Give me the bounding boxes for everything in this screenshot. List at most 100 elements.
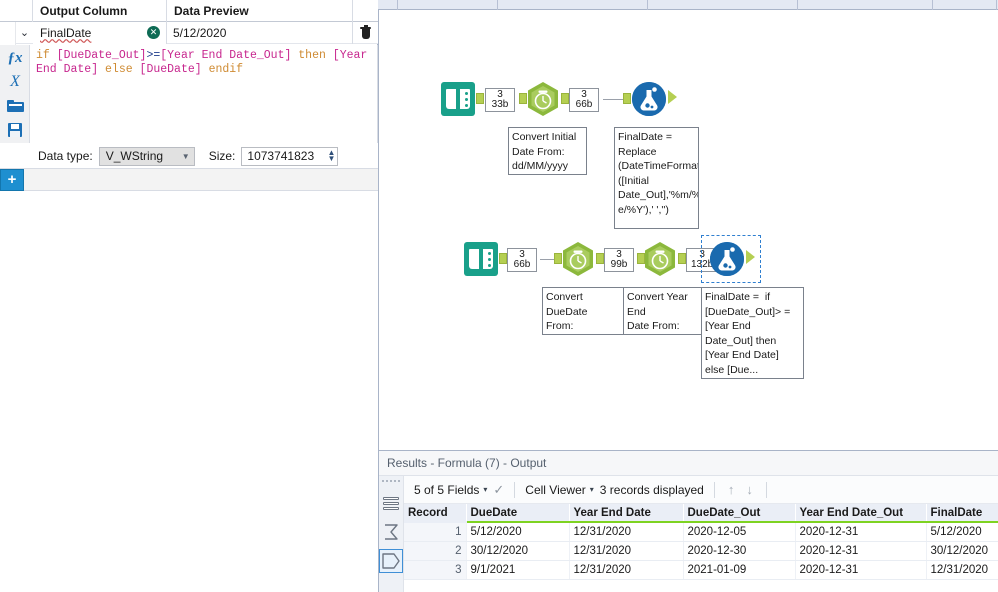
output-plug[interactable] [678, 253, 686, 264]
results-panel: Results - Formula (7) - Output 5 of 5 Fi… [378, 450, 998, 592]
clock-hexagon-icon [643, 241, 677, 277]
tab-segment[interactable] [378, 0, 398, 10]
output-plug[interactable] [499, 253, 507, 264]
tool-text-input-1[interactable] [441, 82, 475, 116]
data-type-label: Data type: [38, 149, 93, 163]
table-cell[interactable]: 12/31/2020 [926, 560, 998, 580]
data-type-select[interactable]: V_WString ▼ [98, 146, 195, 166]
output-plug[interactable] [668, 90, 677, 104]
output-plug[interactable] [561, 93, 569, 104]
formula-token: then [291, 49, 333, 62]
fields-selector[interactable]: 5 of 5 Fields ▾ [414, 483, 487, 497]
column-header[interactable]: FinalDate [926, 504, 998, 523]
output-column-field[interactable]: FinalDate ✕ [33, 21, 167, 44]
scroll-down-icon[interactable]: ↓ [743, 482, 756, 497]
input-plug[interactable] [623, 93, 631, 104]
output-plug[interactable] [476, 93, 484, 104]
config-empty-area [0, 191, 378, 592]
stepper-arrows[interactable]: ▲ ▼ [327, 149, 335, 163]
record-number-cell[interactable]: 2 [404, 541, 467, 561]
output-plug[interactable] [746, 250, 755, 264]
tab-segment[interactable] [798, 0, 933, 10]
book-icon [464, 242, 498, 276]
save-button[interactable] [0, 118, 30, 142]
table-cell[interactable]: 2020-12-30 [683, 541, 796, 561]
data-preview-value: 5/12/2020 [167, 21, 353, 44]
table-cell[interactable]: 5/12/2020 [926, 522, 998, 542]
tool-text-input-2[interactable] [464, 242, 498, 276]
column-header[interactable]: Year End Date [569, 504, 684, 523]
annotation-datetime-1: Convert Initial Date From: dd/MM/yyyy [508, 127, 587, 175]
results-title: Results - Formula (7) - Output [379, 451, 998, 476]
formula-token: else [98, 63, 140, 76]
toolbar-divider [514, 481, 516, 498]
clock-hexagon-icon [561, 241, 595, 277]
table-cell[interactable]: 2021-01-09 [683, 560, 796, 580]
column-header[interactable]: DueDate [466, 504, 570, 523]
results-table-body[interactable]: 1 5/12/2020 12/31/2020 2020-12-05 2020-12-31… [404, 522, 998, 580]
add-column-button[interactable]: + [0, 168, 24, 191]
function-icon[interactable]: ƒx [0, 46, 30, 70]
formula-token: if [36, 49, 57, 62]
scroll-up-icon[interactable]: ↑ [725, 482, 738, 497]
tab-segment[interactable] [498, 0, 648, 10]
tab-segment[interactable] [648, 0, 798, 10]
delete-row-button[interactable] [353, 22, 378, 44]
open-folder-button[interactable] [0, 94, 30, 118]
tool-datetime-3[interactable] [643, 241, 677, 277]
table-cell[interactable]: 30/12/2020 [466, 541, 570, 561]
table-row[interactable]: 1 5/12/2020 12/31/2020 2020-12-05 2020-12-31… [404, 522, 998, 542]
fields-label: 5 of 5 Fields [414, 482, 480, 497]
cell-viewer-selector[interactable]: Cell Viewer ▾ [525, 483, 593, 497]
table-cell[interactable]: 5/12/2020 [466, 522, 570, 542]
stepper-down-icon[interactable]: ▼ [327, 155, 335, 163]
column-header[interactable]: DueDate_Out [683, 504, 796, 523]
output-plug[interactable] [596, 253, 604, 264]
clear-icon[interactable]: ✕ [147, 25, 160, 39]
toolbar-divider [765, 481, 767, 498]
table-cell[interactable]: 2020-12-31 [795, 522, 927, 542]
tag-outline-icon[interactable] [379, 549, 403, 573]
table-cell[interactable]: 2020-12-05 [683, 522, 796, 542]
connection-wire[interactable] [603, 99, 625, 100]
chevron-down-icon[interactable]: ⌄ [16, 22, 33, 44]
tool-formula-1[interactable] [632, 82, 666, 116]
byte-size: 99b [610, 259, 628, 270]
check-icon[interactable]: ✓ [493, 482, 504, 498]
stacked-rows-icon[interactable] [379, 491, 403, 515]
table-cell[interactable]: 2020-12-31 [795, 560, 927, 580]
tool-datetime-1[interactable] [526, 81, 560, 117]
tool-formula-2-selected[interactable] [710, 242, 744, 276]
tab-segment[interactable] [933, 0, 997, 10]
record-number-cell[interactable]: 3 [404, 560, 467, 580]
results-table[interactable]: Record DueDate Year End Date DueDate_Out Yea… [404, 504, 998, 580]
table-cell[interactable]: 12/31/2020 [569, 541, 684, 561]
table-cell[interactable]: 12/31/2020 [569, 560, 684, 580]
chevron-down-icon: ▾ [483, 485, 488, 494]
size-value: 1073741823 [247, 149, 315, 163]
workflow-canvas[interactable]: 3 33b 3 66b Convert Initial Date From: d… [378, 10, 998, 450]
header-output-column: Output Column [33, 0, 167, 22]
tool-datetime-2[interactable] [561, 241, 595, 277]
output-column-row: ⌄ FinalDate ✕ 5/12/2020 [0, 21, 378, 44]
table-row[interactable]: 3 9/1/2021 12/31/2020 2021-01-09 2020-12-31 1… [404, 560, 998, 580]
column-header[interactable]: Record [404, 504, 467, 523]
rail-grip-icon[interactable] [381, 480, 401, 485]
column-header[interactable]: Year End Date_Out [795, 504, 927, 523]
variable-icon[interactable]: X [0, 70, 30, 94]
canvas-tab-strip[interactable] [378, 0, 998, 10]
sigma-icon[interactable] [379, 520, 403, 544]
record-number-cell[interactable]: 1 [404, 522, 467, 542]
header-data-preview: Data Preview [167, 0, 353, 22]
table-cell[interactable]: 9/1/2021 [466, 560, 570, 580]
table-cell[interactable]: 12/31/2020 [569, 522, 684, 542]
flask-icon [632, 82, 666, 116]
table-cell[interactable]: 2020-12-31 [795, 541, 927, 561]
toolbar-divider [713, 481, 715, 498]
tab-segment[interactable] [398, 0, 498, 10]
results-table-header: Record DueDate Year End Date DueDate_Out Yea… [404, 504, 998, 523]
table-row[interactable]: 2 30/12/2020 12/31/2020 2020-12-30 2020-12-3… [404, 541, 998, 561]
size-stepper[interactable]: 1073741823 ▲ ▼ [241, 146, 339, 166]
byte-size: 33b [491, 99, 509, 110]
table-cell[interactable]: 30/12/2020 [926, 541, 998, 561]
